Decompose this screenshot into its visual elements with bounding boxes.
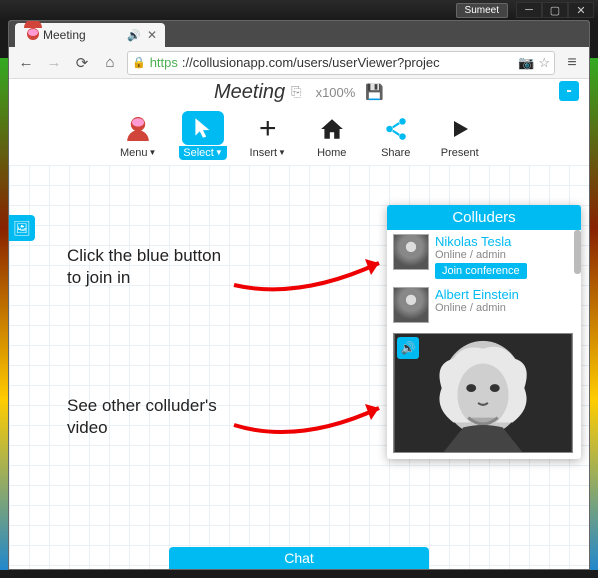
window-close-button[interactable]: ✕ (568, 2, 594, 18)
colluders-panel: Colluders Nikolas Tesla Online / admin J… (387, 205, 581, 459)
annotation-video: See other colluder's video (67, 395, 237, 439)
arrow-to-join (229, 245, 389, 305)
join-conference-button[interactable]: Join conference (435, 263, 527, 279)
toolbar-insert-button[interactable]: + Insert▼ (245, 112, 291, 159)
avatar (393, 287, 429, 323)
colluder-item[interactable]: Albert Einstein Online / admin (387, 283, 581, 327)
image-sidebar-button[interactable]: 🖼 (9, 215, 35, 241)
toolbar-menu-button[interactable]: Menu▼ (115, 112, 161, 159)
nav-forward-button[interactable]: → (43, 52, 65, 74)
profile-badge[interactable]: Sumeet (456, 3, 508, 18)
toolbar-share-button[interactable]: Share (373, 112, 419, 159)
nav-reload-button[interactable]: ⟳ (71, 52, 93, 74)
bookmark-star-icon[interactable]: ☆ (538, 55, 550, 71)
camera-permission-icon[interactable]: 📷 (518, 55, 534, 71)
browser-tab[interactable]: Meeting 🔊 ✕ (15, 23, 165, 47)
tab-title: Meeting (43, 28, 86, 42)
toolbar-select-button[interactable]: Select▼ (179, 111, 227, 160)
toolbar-menu-label: Menu (120, 147, 148, 159)
colluder-status: Online / admin (435, 249, 575, 261)
url-bar[interactable]: 🔒 https ://collusionapp.com/users/userVie… (127, 51, 555, 75)
zoom-level[interactable]: x100% (316, 85, 356, 100)
avatar (393, 234, 429, 270)
window-mode-icon[interactable]: ⎘ (291, 84, 301, 100)
window-maximize-button[interactable]: ▢ (542, 2, 568, 18)
browser-nav-row: ← → ⟳ ⌂ 🔒 https ://collusionapp.com/users… (9, 47, 589, 79)
video-thumbnail[interactable]: 🔊 (393, 333, 575, 453)
tab-favicon (23, 28, 37, 42)
colluders-panel-title: Colluders (387, 205, 581, 230)
browser-menu-button[interactable]: ≡ (561, 52, 583, 74)
toolbar-home-button[interactable]: Home (309, 112, 355, 159)
nav-home-button[interactable]: ⌂ (99, 52, 121, 74)
background-sliver-left (0, 58, 8, 570)
chevron-down-icon: ▼ (215, 148, 223, 157)
play-icon (448, 112, 472, 146)
toolbar: Menu▼ Select▼ + Insert▼ Home (9, 105, 589, 165)
share-icon (383, 112, 409, 146)
save-icon[interactable]: 💾 (365, 83, 384, 101)
tab-audio-icon[interactable]: 🔊 (127, 29, 141, 42)
lock-icon: 🔒 (132, 56, 146, 69)
arrow-to-video (229, 390, 389, 450)
url-path: ://collusionapp.com/users/userViewer?pro… (182, 55, 440, 70)
annotation-join: Click the blue button to join in (67, 245, 237, 289)
toolbar-home-label: Home (317, 147, 346, 159)
browser-window: Meeting 🔊 ✕ ← → ⟳ ⌂ 🔒 https ://collusiona… (8, 20, 590, 570)
toolbar-present-button[interactable]: Present (437, 112, 483, 159)
chat-bar[interactable]: Chat (169, 547, 429, 569)
tab-close-icon[interactable]: ✕ (147, 28, 157, 42)
colluder-status: Online / admin (435, 302, 575, 314)
background-sliver-right (590, 58, 598, 570)
cursor-icon (182, 111, 224, 145)
audio-icon[interactable]: 🔊 (397, 337, 419, 359)
window-titlebar: Sumeet ─ ▢ ✕ (0, 0, 598, 20)
toolbar-share-label: Share (381, 147, 410, 159)
colluders-list: Nikolas Tesla Online / admin Join confer… (387, 230, 581, 453)
document-title[interactable]: Meeting (214, 81, 285, 104)
colluder-item[interactable]: Nikolas Tesla Online / admin Join confer… (387, 230, 581, 283)
toolbar-insert-label: Insert (250, 147, 278, 159)
video-frame (393, 333, 573, 453)
panel-minimize-button[interactable]: - (559, 81, 579, 101)
chevron-down-icon: ▼ (149, 148, 157, 157)
scrollbar-thumb[interactable] (574, 230, 581, 274)
home-icon (319, 112, 345, 146)
window-minimize-button[interactable]: ─ (516, 2, 542, 18)
app-area: Meeting ⎘ x100% 💾 - Menu▼ Select▼ (9, 79, 589, 569)
plus-icon: + (259, 112, 277, 146)
toolbar-select-label: Select (183, 147, 214, 159)
colluder-name: Albert Einstein (435, 287, 575, 302)
colluder-name: Nikolas Tesla (435, 234, 575, 249)
tab-strip: Meeting 🔊 ✕ (9, 21, 589, 47)
chevron-down-icon: ▼ (278, 148, 286, 157)
menu-icon (128, 112, 148, 146)
canvas[interactable]: 🖼 Click the blue button to join in See o… (9, 165, 589, 569)
nav-back-button[interactable]: ← (15, 52, 37, 74)
app-header: Meeting ⎘ x100% 💾 - (9, 79, 589, 105)
toolbar-present-label: Present (441, 147, 479, 159)
url-scheme: https (150, 55, 178, 70)
